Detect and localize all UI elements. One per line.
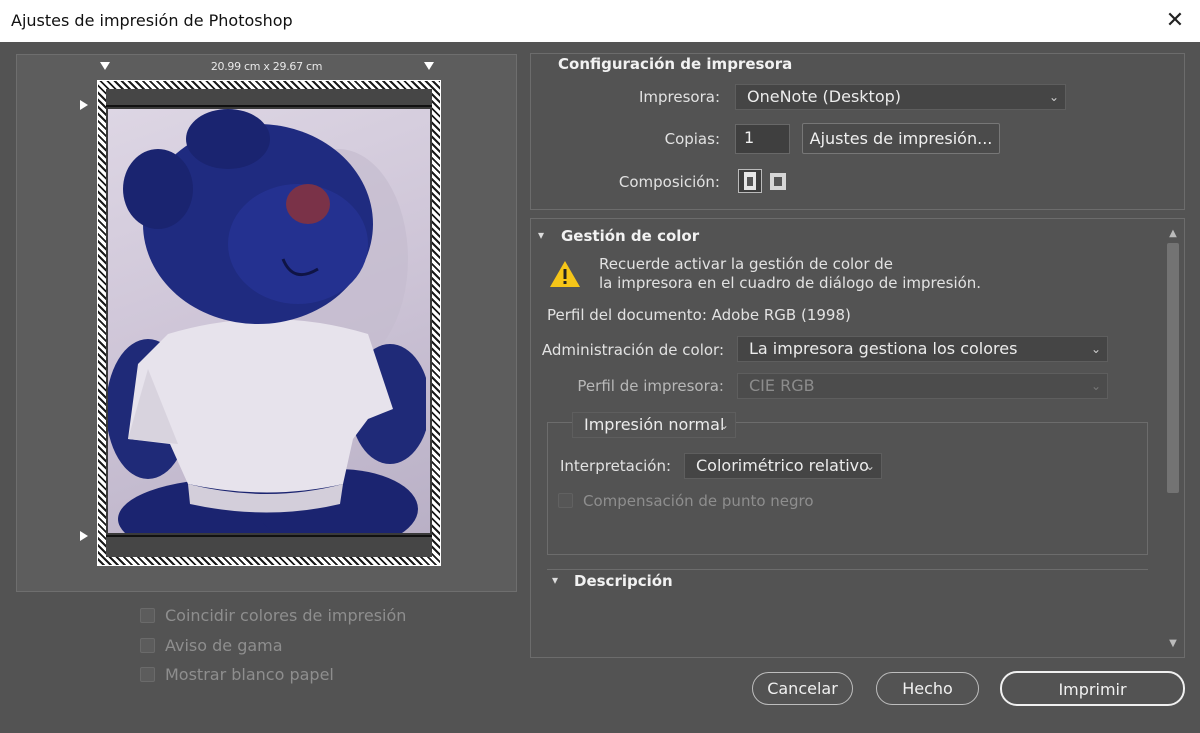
scroll-up-icon[interactable]: ▲: [1166, 228, 1180, 239]
teddy-bear-photo: [108, 109, 430, 533]
title-bar: Ajustes de impresión de Photoshop ✕: [0, 0, 1200, 42]
color-handling-label: Administración de color:: [541, 341, 724, 359]
match-print-colors-checkbox[interactable]: [140, 608, 155, 623]
cancel-button[interactable]: Cancelar: [752, 672, 853, 705]
landscape-layout-icon[interactable]: [766, 169, 790, 193]
preview-image[interactable]: [108, 109, 430, 533]
close-icon[interactable]: ✕: [1160, 6, 1190, 36]
show-paper-white-option[interactable]: Mostrar blanco papel: [140, 665, 334, 684]
print-preview: 20.99 cm x 29.67 cm: [16, 54, 517, 592]
printer-profile-label: Perfil de impresora:: [577, 377, 724, 395]
left-margin-marker-icon[interactable]: [100, 62, 110, 70]
print-mode-select[interactable]: Impresión normal ⌄: [572, 412, 736, 438]
chevron-down-icon[interactable]: ▾: [552, 573, 558, 587]
chevron-down-icon: ⌄: [1048, 90, 1059, 104]
black-point-option: Compensación de punto negro: [558, 492, 814, 510]
match-print-colors-option[interactable]: Coincidir colores de impresión: [140, 606, 406, 625]
chevron-down-icon[interactable]: ▾: [538, 228, 544, 242]
window-title: Ajustes de impresión de Photoshop: [11, 11, 293, 30]
scroll-down-icon[interactable]: ▼: [1166, 638, 1180, 649]
print-button[interactable]: Imprimir: [1000, 671, 1185, 706]
copies-label: Copias:: [664, 130, 720, 148]
printer-profile-select: CIE RGB ⌄: [737, 373, 1108, 399]
scrollbar-thumb[interactable]: [1167, 243, 1179, 493]
print-settings-button[interactable]: Ajustes de impresión...: [802, 123, 1000, 154]
document-profile: Perfil del documento: Adobe RGB (1998): [547, 306, 851, 324]
gamut-warning-checkbox[interactable]: [140, 638, 155, 653]
gamut-warning-option[interactable]: Aviso de gama: [140, 636, 283, 655]
done-button[interactable]: Hecho: [876, 672, 979, 705]
chevron-down-icon: ⌄: [864, 459, 875, 473]
chevron-down-icon: ⌄: [718, 418, 729, 432]
portrait-layout-icon[interactable]: [738, 169, 762, 193]
paper-sheet: [97, 80, 441, 566]
copies-input[interactable]: 1: [735, 124, 790, 154]
chevron-down-icon: ⌄: [1090, 342, 1101, 356]
description-title: Descripción: [574, 572, 673, 590]
warning-line-2: la impresora en el cuadro de diálogo de …: [599, 274, 982, 292]
rendering-group: [547, 422, 1148, 555]
show-paper-white-checkbox[interactable]: [140, 667, 155, 682]
color-handling-select[interactable]: La impresora gestiona los colores ⌄: [737, 336, 1108, 362]
warning-line-1: Recuerde activar la gestión de color de: [599, 255, 894, 273]
printer-setup-title: Configuración de impresora: [558, 55, 793, 73]
rendering-intent-label: Interpretación:: [560, 457, 672, 475]
black-point-checkbox: [558, 493, 573, 508]
chevron-down-icon: ⌄: [1090, 379, 1101, 393]
paper-dimensions: 20.99 cm x 29.67 cm: [210, 60, 323, 73]
color-management-title: Gestión de color: [561, 227, 700, 245]
printer-label: Impresora:: [638, 88, 720, 106]
warning-icon: [549, 259, 581, 289]
rendering-intent-select[interactable]: Colorimétrico relativo ⌄: [684, 453, 882, 479]
right-margin-marker-icon[interactable]: [424, 62, 434, 70]
top-margin-marker-icon[interactable]: [80, 100, 88, 110]
bottom-margin-marker-icon[interactable]: [80, 531, 88, 541]
layout-label: Composición:: [618, 173, 720, 191]
printable-area: [106, 89, 432, 557]
printer-select[interactable]: OneNote (Desktop) ⌄: [735, 84, 1066, 110]
